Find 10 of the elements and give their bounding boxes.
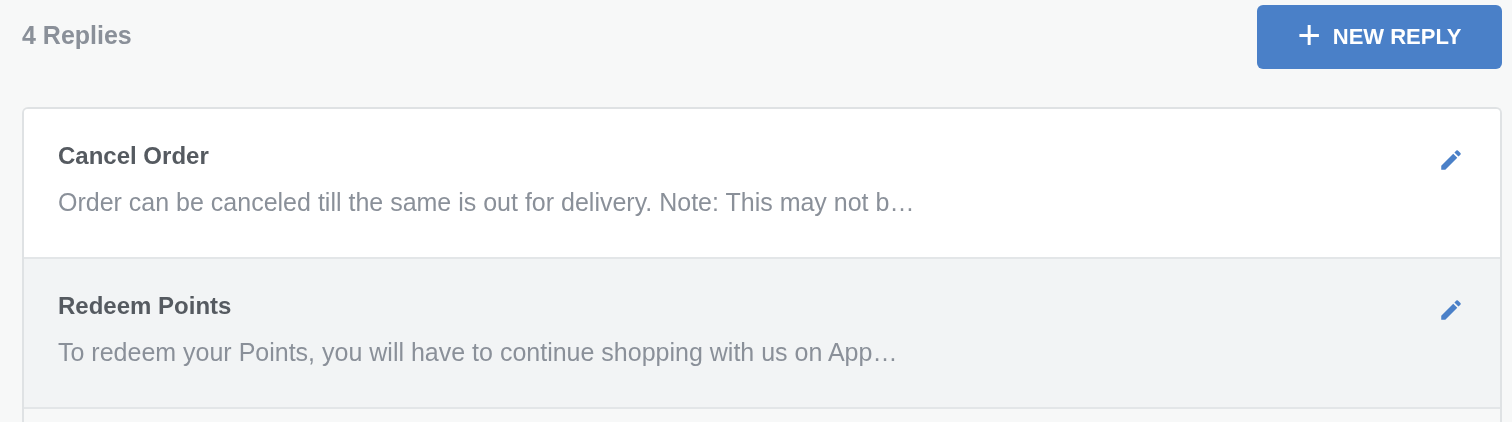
reply-title: Redeem Points (58, 291, 233, 320)
edit-icon[interactable] (1438, 147, 1464, 173)
reply-row[interactable]: Cancel Order Order can be canceled till the same is out for delivery. Note: This may not b… (24, 109, 1500, 259)
edit-icon[interactable] (1438, 297, 1464, 323)
reply-preview: To redeem your Points, you will have to continue shopping with us on App… (58, 337, 898, 367)
new-reply-button[interactable]: + NEW REPLY (1257, 4, 1502, 69)
reply-preview: Order can be canceled till the same is out for delivery. Note: This may not b… (58, 187, 915, 217)
reply-title: Cancel Order (58, 141, 210, 170)
replies-count: 4 Replies (22, 20, 132, 50)
reply-row[interactable]: Redeem Points To redeem your Points, you will have to continue shopping with us on App… (24, 259, 1500, 409)
